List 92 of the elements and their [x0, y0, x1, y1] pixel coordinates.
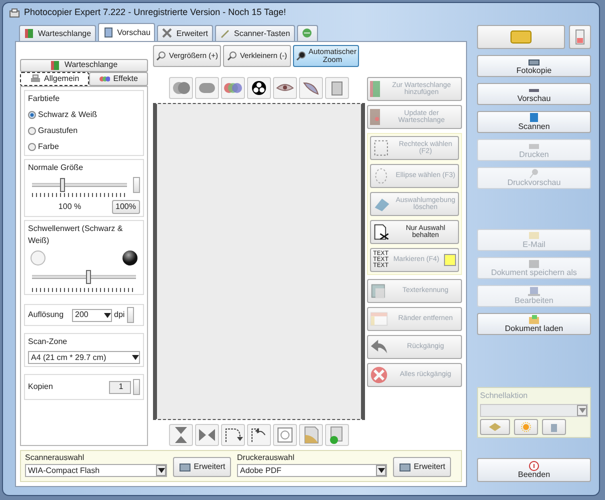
slider-thumb[interactable] [60, 178, 66, 192]
group-title: Scan-Zone [28, 336, 68, 348]
dropdown-value: 200 [75, 309, 88, 321]
group-title: Schwellenwert (Schwarz & Weiß) [28, 223, 124, 247]
search-icon [156, 51, 166, 61]
app-icon [9, 8, 20, 18]
book-icon [24, 28, 35, 39]
dropdown-value: WIA-Compact Flash [28, 464, 100, 476]
radio-button[interactable] [28, 126, 36, 134]
tool-button[interactable] [247, 77, 271, 99]
field-label: Kopien [28, 381, 54, 393]
document-icon [103, 27, 114, 38]
book-icon [370, 109, 380, 125]
book-icon [370, 81, 380, 97]
function-button[interactable]: Scannen [477, 111, 591, 133]
dropdown-arrow-icon [132, 355, 139, 360]
search-icon [226, 51, 237, 61]
dropdown-arrow-icon [578, 408, 586, 413]
radio-button[interactable] [28, 110, 36, 118]
field-label: Auflösung [28, 309, 65, 321]
resolution-dropdown[interactable]: 200 [72, 308, 112, 322]
group-title: Schnellaktion [480, 390, 529, 402]
size-reading: 100 % [57, 201, 82, 213]
info-icon [529, 460, 539, 471]
window-title: Photocopier Expert 7.222 - Unregistrierte Version - Noch 15 Tage! [24, 6, 286, 20]
spin-button[interactable] [133, 177, 140, 193]
unit-label: dpi [114, 309, 125, 321]
spin-button[interactable] [126, 307, 134, 323]
device-dropdown[interactable]: Adobe PDF [237, 464, 387, 477]
queue-button[interactable]: Warteschlange [20, 59, 148, 72]
radio-option[interactable]: Farbe [28, 140, 140, 153]
spin-button[interactable] [133, 379, 140, 395]
tab[interactable] [297, 25, 318, 41]
dropdown-arrow-icon [378, 468, 384, 473]
sun-icon [519, 422, 533, 432]
tab[interactable]: Warteschlange [19, 25, 96, 41]
dropdown-arrow-icon [158, 468, 164, 473]
tab[interactable]: Effekte [89, 72, 148, 86]
page-borders-icon [370, 310, 388, 328]
dark-sphere-icon [122, 250, 138, 266]
function-button[interactable]: Fotokopie [477, 55, 591, 77]
tool-button[interactable] [221, 424, 245, 446]
magnifier-icon [527, 168, 541, 180]
function-button[interactable]: Dokument laden [477, 313, 591, 335]
contrast-icon [249, 79, 269, 97]
exit-button[interactable]: Beenden [477, 458, 591, 482]
slider-thumb[interactable] [86, 270, 92, 284]
copies-field[interactable]: 1 [109, 380, 131, 394]
credit-card-icon [510, 30, 532, 44]
device-dropdown[interactable]: WIA-Compact Flash [25, 464, 167, 477]
book-icon [50, 60, 62, 71]
reset-size-button[interactable]: 100% [112, 200, 140, 214]
card-button[interactable] [477, 25, 565, 49]
envelope-icon [527, 230, 541, 242]
dashed-rectangle-icon [373, 139, 391, 157]
cross-circle-icon [370, 366, 388, 384]
battery-icon [575, 29, 585, 45]
group-title: Farbtiefe [28, 93, 61, 105]
magnifier-icon [296, 51, 306, 61]
tool-button[interactable] [273, 77, 297, 99]
tab[interactable]: Erweitert [157, 25, 213, 41]
function-button[interactable]: Vorschau [477, 83, 591, 105]
dropdown-arrow-icon [104, 312, 111, 318]
folder-icon [527, 314, 541, 326]
group-title: Druckerauswahl [237, 452, 296, 464]
undo-arrow-icon [370, 338, 388, 356]
device-button[interactable] [569, 25, 591, 49]
diamond-icon [488, 422, 502, 432]
tab[interactable]: Scanner-Tasten [214, 25, 296, 41]
overlapping-circles-icon [171, 79, 191, 97]
group-title: Normale Größe [28, 162, 84, 174]
color-dots-icon [99, 74, 110, 84]
group-title: Scannerauswahl [25, 452, 86, 464]
tool-button[interactable] [247, 424, 271, 446]
tab[interactable]: Allgemein [20, 72, 90, 86]
scan-zone-dropdown[interactable]: A4 (21 cm * 29.7 cm) [28, 351, 140, 364]
dropdown-value: Adobe PDF [240, 464, 282, 476]
quick-action-button[interactable] [514, 419, 538, 435]
radio-button[interactable] [28, 142, 36, 150]
quick-action-button[interactable] [542, 419, 566, 435]
advanced-button[interactable]: Erweitert [173, 457, 231, 477]
laptop-icon [527, 286, 541, 298]
rotate-icon [275, 425, 295, 445]
quick-action-button[interactable] [480, 419, 510, 435]
advanced-button[interactable]: Erweitert [393, 457, 451, 477]
tab[interactable]: Vorschau [98, 23, 156, 41]
pen-icon [220, 28, 231, 39]
scissors-icon [373, 223, 391, 241]
radio-option[interactable]: Graustufen [28, 124, 140, 137]
dropdown-value: A4 (21 cm * 29.7 cm) [31, 352, 106, 364]
radio-option[interactable]: Schwarz & Weiß [28, 108, 140, 121]
light-sphere-icon [30, 250, 46, 266]
